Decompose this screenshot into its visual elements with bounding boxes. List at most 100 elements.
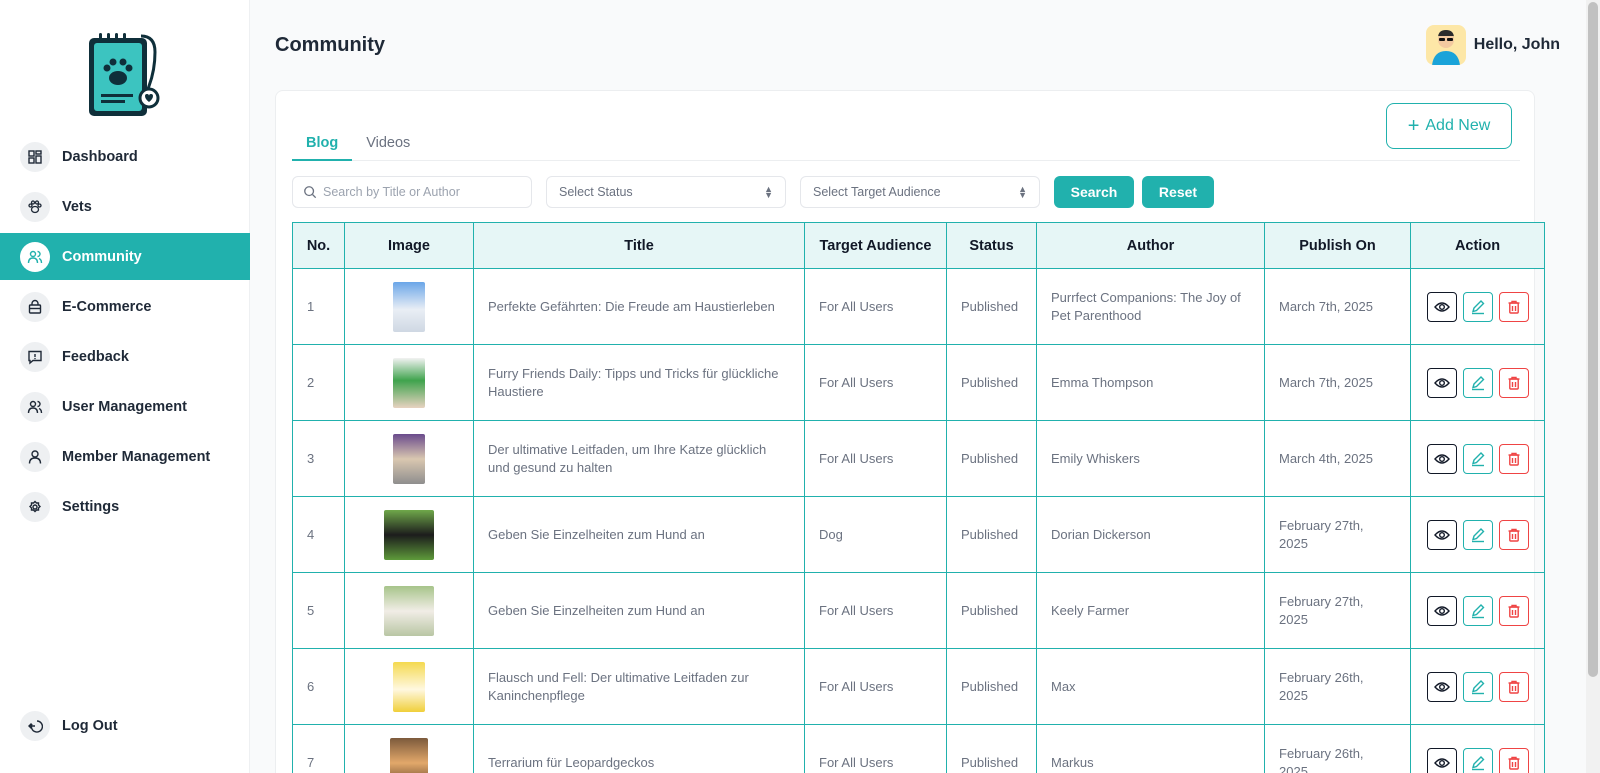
user-group-icon xyxy=(20,391,50,422)
delete-button[interactable] xyxy=(1498,291,1529,322)
edit-button[interactable] xyxy=(1462,443,1493,474)
post-thumbnail[interactable] xyxy=(393,281,425,332)
add-new-button[interactable]: + Add New xyxy=(1386,103,1512,149)
status-select[interactable]: Select Status ▲ ▼ xyxy=(546,176,786,208)
logout-icon xyxy=(20,710,50,741)
pencil-icon xyxy=(1471,299,1484,314)
sidebar-item-member-management[interactable]: Member Management xyxy=(0,433,250,480)
delete-button[interactable] xyxy=(1498,519,1529,550)
table-row[interactable]: 6 Flausch und Fell: Der ultimative Leitf… xyxy=(292,648,1545,725)
edit-button[interactable] xyxy=(1462,367,1493,398)
reset-button[interactable]: Reset xyxy=(1142,176,1214,208)
post-thumbnail[interactable] xyxy=(393,661,425,712)
cell-author: Emma Thompson xyxy=(1036,344,1265,421)
column-header[interactable]: Target Audience xyxy=(804,222,947,269)
table-row[interactable]: 5 Geben Sie Einzelheiten zum Hund an For… xyxy=(292,572,1545,649)
page-scrollbar[interactable] xyxy=(1586,0,1600,773)
trash-icon xyxy=(1508,452,1519,466)
edit-button[interactable] xyxy=(1462,519,1493,550)
column-header[interactable]: Author xyxy=(1036,222,1265,269)
cell-no: 7 xyxy=(292,724,345,773)
table-row[interactable]: 7 Terrarium für Leopardgeckos For All Us… xyxy=(292,724,1545,773)
cell-audience: For All Users xyxy=(804,724,947,773)
edit-button[interactable] xyxy=(1462,595,1493,626)
view-button[interactable] xyxy=(1426,367,1457,398)
audience-select[interactable]: Select Target Audience ▲ ▼ xyxy=(800,176,1040,208)
column-header[interactable]: No. xyxy=(292,222,345,269)
delete-button[interactable] xyxy=(1498,671,1529,702)
cell-image xyxy=(344,724,474,773)
logout-button[interactable]: Log Out xyxy=(0,702,250,749)
cell-image xyxy=(344,648,474,725)
cell-audience: For All Users xyxy=(804,268,947,345)
eye-icon xyxy=(1433,605,1450,616)
view-button[interactable] xyxy=(1426,519,1457,550)
post-thumbnail[interactable] xyxy=(393,433,425,484)
table-row[interactable]: 1 Perfekte Gefährten: Die Freude am Haus… xyxy=(292,268,1545,345)
scroll-thumb[interactable] xyxy=(1588,2,1598,677)
pencil-icon xyxy=(1471,679,1484,694)
table-row[interactable]: 2 Furry Friends Daily: Tipps und Tricks … xyxy=(292,344,1545,421)
page-title: Community xyxy=(275,34,385,56)
column-header[interactable]: Action xyxy=(1410,222,1545,269)
cell-image xyxy=(344,572,474,649)
sidebar-item-settings[interactable]: Settings xyxy=(0,483,250,530)
trash-icon xyxy=(1508,756,1519,770)
sidebar-item-vets[interactable]: Vets xyxy=(0,183,250,230)
view-button[interactable] xyxy=(1426,747,1457,773)
delete-button[interactable] xyxy=(1498,747,1529,773)
user-icon xyxy=(20,441,50,472)
sidebar-item-feedback[interactable]: Feedback xyxy=(0,333,250,380)
cell-no: 3 xyxy=(292,420,345,497)
view-button[interactable] xyxy=(1426,595,1457,626)
table-row[interactable]: 4 Geben Sie Einzelheiten zum Hund an Dog… xyxy=(292,496,1545,573)
cell-date: March 7th, 2025 xyxy=(1264,344,1411,421)
post-thumbnail[interactable] xyxy=(393,357,425,408)
search-input[interactable] xyxy=(323,185,523,199)
view-button[interactable] xyxy=(1426,291,1457,322)
cell-title: Terrarium für Leopardgeckos xyxy=(473,724,805,773)
view-button[interactable] xyxy=(1426,443,1457,474)
edit-button[interactable] xyxy=(1462,671,1493,702)
pencil-icon xyxy=(1471,755,1484,770)
sidebar-item-community[interactable]: Community xyxy=(0,233,250,280)
eye-icon xyxy=(1433,529,1450,540)
cell-author: Keely Farmer xyxy=(1036,572,1265,649)
trash-icon xyxy=(1508,300,1519,314)
cell-actions xyxy=(1410,496,1545,573)
sidebar-item-user-management[interactable]: User Management xyxy=(0,383,250,430)
edit-button[interactable] xyxy=(1462,291,1493,322)
edit-button[interactable] xyxy=(1462,747,1493,773)
column-header[interactable]: Image xyxy=(344,222,474,269)
cell-date: February 26th, 2025 xyxy=(1264,724,1411,773)
cell-status: Published xyxy=(946,268,1037,345)
tab-videos[interactable]: Videos xyxy=(352,129,424,161)
search-icon xyxy=(304,186,317,199)
column-header[interactable]: Title xyxy=(473,222,805,269)
delete-button[interactable] xyxy=(1498,367,1529,398)
sidebar-item-label: Member Management xyxy=(62,448,211,465)
search-button[interactable]: Search xyxy=(1054,176,1134,208)
trash-icon xyxy=(1508,376,1519,390)
app-logo[interactable] xyxy=(85,30,165,120)
post-thumbnail[interactable] xyxy=(384,509,434,560)
cell-author: Dorian Dickerson xyxy=(1036,496,1265,573)
column-header[interactable]: Publish On xyxy=(1264,222,1411,269)
delete-button[interactable] xyxy=(1498,443,1529,474)
cell-title: Der ultimative Leitfaden, um Ihre Katze … xyxy=(473,420,805,497)
delete-button[interactable] xyxy=(1498,595,1529,626)
view-button[interactable] xyxy=(1426,671,1457,702)
cell-audience: For All Users xyxy=(804,420,947,497)
tab-blog[interactable]: Blog xyxy=(292,129,353,161)
sidebar-item-ecommerce[interactable]: E-Commerce xyxy=(0,283,250,330)
cell-author: Markus xyxy=(1036,724,1265,773)
cell-status: Published xyxy=(946,420,1037,497)
cell-actions xyxy=(1410,344,1545,421)
column-header[interactable]: Status xyxy=(946,222,1037,269)
eye-icon xyxy=(1433,301,1450,312)
user-profile[interactable]: Hello, John xyxy=(1425,25,1560,65)
sidebar-item-dashboard[interactable]: Dashboard xyxy=(0,133,250,180)
post-thumbnail[interactable] xyxy=(384,585,434,636)
post-thumbnail[interactable] xyxy=(390,737,428,773)
table-row[interactable]: 3 Der ultimative Leitfaden, um Ihre Katz… xyxy=(292,420,1545,497)
